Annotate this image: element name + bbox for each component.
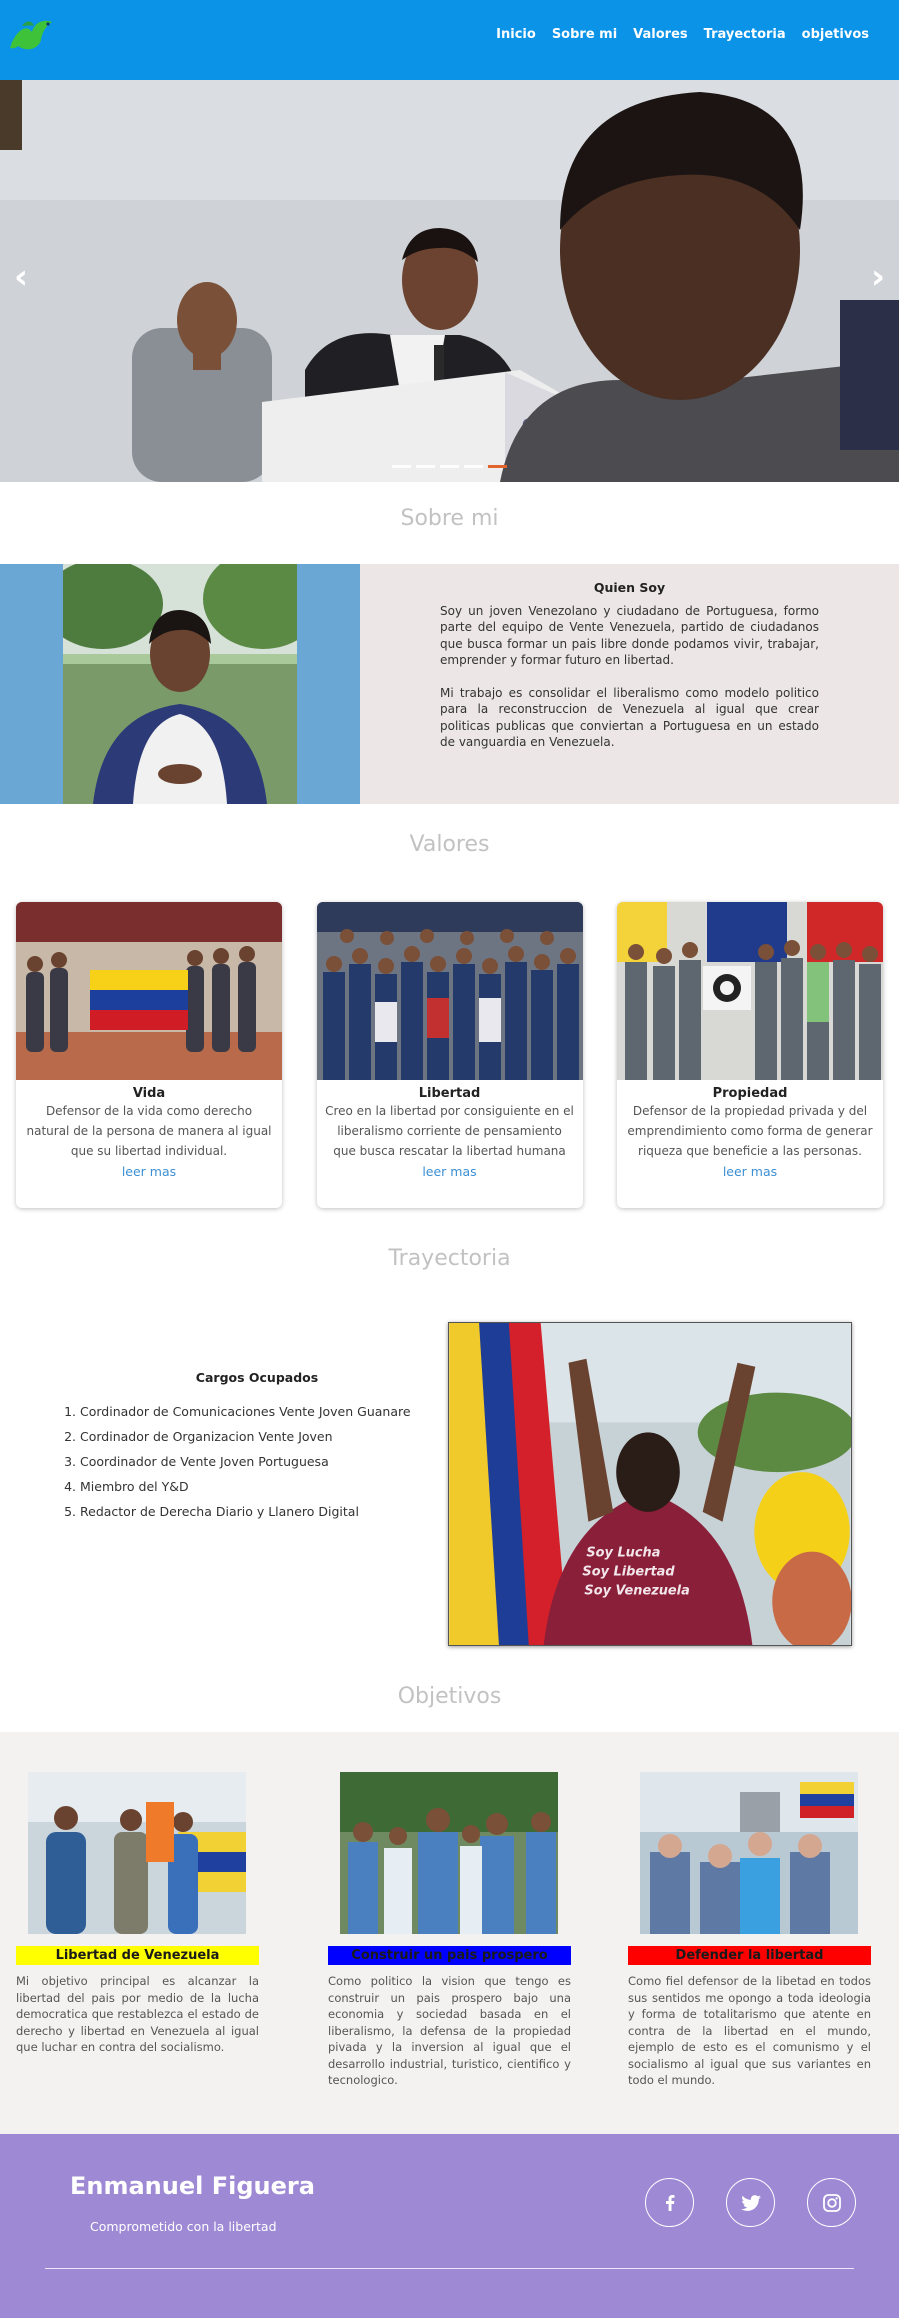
nav-trayectoria[interactable]: Trayectoria: [704, 27, 786, 42]
profile-photo: [63, 564, 297, 804]
facebook-icon: [665, 2194, 674, 2211]
objetivo-2-text: Como politico la vision que tengo es con…: [328, 1974, 571, 2087]
carousel-prev-button[interactable]: ‹: [14, 260, 28, 294]
cargo-item: Miembro del Y&D: [80, 1474, 448, 1499]
shirt-text: Soy Lucha: [586, 1546, 660, 1561]
valor-propiedad-leer-mas-link[interactable]: leer mas: [723, 1164, 777, 1179]
valor-libertad-text: Creo en la libertad por consiguiente en …: [325, 1104, 574, 1158]
valor-card-propiedad: Propiedad Defensor de la propiedad priva…: [617, 902, 883, 1208]
carousel-indicators: [392, 465, 507, 468]
valor-propiedad-text: Defensor de la propiedad privada y del e…: [627, 1104, 873, 1158]
svg-text:Soy Venezuela: Soy Venezuela: [584, 1583, 689, 1598]
cargos-heading: Cargos Ocupados: [195, 1370, 319, 1385]
cargos-panel: Cargos Ocupados Cordinador de Comunicaci…: [66, 1322, 448, 1648]
nav-objetivos[interactable]: objetivos: [802, 27, 869, 42]
sobre-mi-section: Quien Soy Soy un joven Venezolano y ciud…: [0, 564, 899, 804]
objetivo-3-image: [640, 1772, 858, 1934]
instagram-icon: [822, 2193, 841, 2212]
footer-name: Enmanuel Figuera: [70, 2172, 315, 2200]
valor-vida-text: Defensor de la vida como derecho natural…: [26, 1104, 272, 1158]
sobre-mi-photo-panel: [0, 564, 360, 804]
twitter-button[interactable]: [726, 2178, 775, 2227]
logo-dove-icon[interactable]: [8, 16, 56, 58]
cargo-item: Redactor de Derecha Diario y Llanero Dig…: [80, 1499, 448, 1524]
valor-card-vida: Vida Defensor de la vida como derecho na…: [16, 902, 282, 1208]
objetivo-1-label: Libertad de Venezuela: [16, 1946, 259, 1965]
footer-divider: [45, 2268, 854, 2269]
carousel-indicator[interactable]: [416, 465, 435, 468]
footer: Enmanuel Figuera Comprometido con la lib…: [0, 2134, 899, 2318]
objetivo-3-label: Defender la libertad: [628, 1946, 871, 1965]
cargo-item: Cordinador de Organizacion Vente Joven: [80, 1424, 448, 1449]
footer-tagline: Comprometido con la libertad: [90, 2219, 277, 2234]
objetivo-libertad-venezuela: Libertad de Venezuela Mi objetivo princi…: [0, 1772, 312, 2134]
valor-vida-image: [16, 902, 282, 1080]
quien-soy-heading: Quien Soy: [593, 580, 666, 595]
carousel-indicator[interactable]: [440, 465, 459, 468]
objetivos-title: Objetivos: [397, 1684, 502, 1709]
hero-carousel: COLEGIO D EDO. P ‹ ›: [0, 80, 899, 482]
objetivo-1-image: [28, 1772, 246, 1934]
sobre-mi-text-panel: Quien Soy Soy un joven Venezolano y ciud…: [360, 564, 899, 804]
nav-inicio[interactable]: Inicio: [496, 27, 536, 42]
valor-vida-leer-mas-link[interactable]: leer mas: [122, 1164, 176, 1179]
cargos-list: Cordinador de Comunicaciones Vente Joven…: [66, 1399, 448, 1524]
cargo-item: Cordinador de Comunicaciones Vente Joven…: [80, 1399, 448, 1424]
sobre-mi-paragraph-2: Mi trabajo es consolidar el liberalismo …: [440, 685, 819, 750]
valor-propiedad-title: Propiedad: [712, 1086, 788, 1101]
valores-title: Valores: [409, 832, 490, 857]
carousel-indicator[interactable]: [488, 465, 507, 468]
objetivo-2-label: Construir un pais prospero: [328, 1946, 571, 1965]
carousel-next-button[interactable]: ›: [871, 260, 885, 294]
objetivo-2-image: [340, 1772, 558, 1934]
hero-slide-image: COLEGIO D EDO. P: [0, 80, 899, 482]
valor-libertad-image: [316, 902, 583, 1080]
valores-cards: Vida Defensor de la vida como derecho na…: [0, 902, 899, 1208]
cargo-item: Coordinador de Vente Joven Portuguesa: [80, 1449, 448, 1474]
twitter-icon: [740, 2194, 761, 2211]
valor-libertad-leer-mas-link[interactable]: leer mas: [422, 1164, 476, 1179]
navbar: Inicio Sobre mi Valores Trayectoria obje…: [0, 0, 899, 80]
trayectoria-photo: Soy Lucha Soy Libertad Soy Venezuela: [448, 1322, 852, 1646]
main-nav: Inicio Sobre mi Valores Trayectoria obje…: [496, 27, 869, 42]
valor-card-libertad: Libertad Creo en la libertad por consigu…: [316, 902, 583, 1208]
nav-sobre-mi[interactable]: Sobre mi: [552, 27, 617, 42]
valor-vida-title: Vida: [132, 1086, 166, 1101]
objetivo-defender-libertad: Defender la libertad Como fiel defensor …: [624, 1772, 899, 2134]
objetivo-1-text: Mi objetivo principal es alcanzar la lib…: [16, 1974, 259, 2054]
valor-propiedad-image: [617, 902, 883, 1080]
carousel-indicator[interactable]: [464, 465, 483, 468]
instagram-button[interactable]: [807, 2178, 856, 2227]
sobre-mi-title: Sobre mi: [400, 506, 499, 531]
carousel-indicator[interactable]: [392, 465, 411, 468]
objetivos-section: Libertad de Venezuela Mi objetivo princi…: [0, 1732, 899, 2134]
trayectoria-section: Cargos Ocupados Cordinador de Comunicaci…: [0, 1322, 899, 1648]
objetivo-pais-prospero: Construir un pais prospero Como politico…: [312, 1772, 624, 2134]
social-links: [645, 2178, 856, 2227]
nav-valores[interactable]: Valores: [633, 27, 687, 42]
valor-libertad-title: Libertad: [418, 1086, 481, 1101]
sobre-mi-paragraph-1: Soy un joven Venezolano y ciudadano de P…: [440, 603, 819, 668]
trayectoria-title: Trayectoria: [388, 1246, 511, 1271]
objetivo-3-text: Como fiel defensor de la libetad en todo…: [628, 1974, 871, 2087]
facebook-button[interactable]: [645, 2178, 694, 2227]
svg-text:Soy Libertad: Soy Libertad: [582, 1564, 675, 1579]
